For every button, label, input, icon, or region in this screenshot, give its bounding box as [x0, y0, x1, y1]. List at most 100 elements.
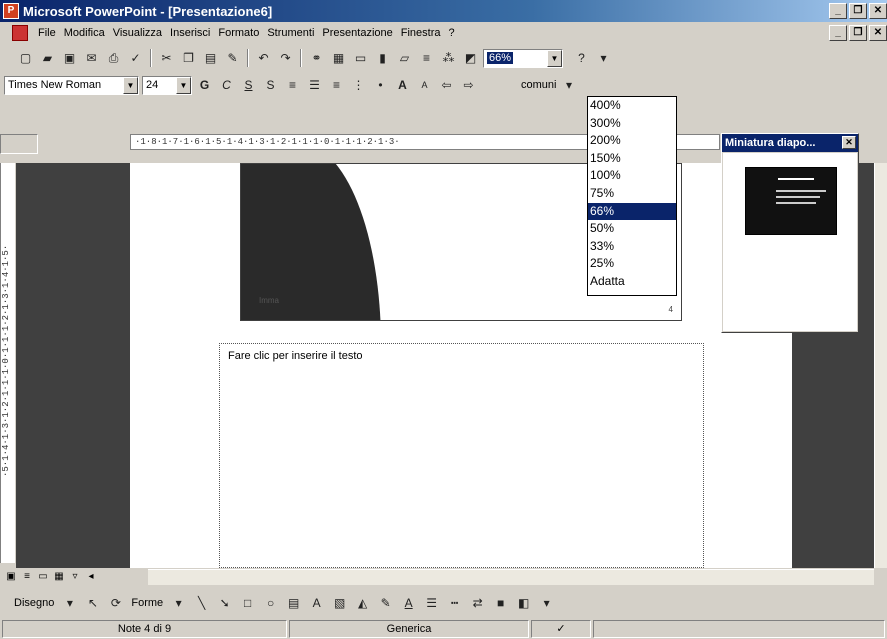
scroll-left-icon[interactable]: ◂ [84, 571, 98, 584]
menu-modifica[interactable]: Modifica [60, 27, 109, 39]
zoom-option-150[interactable]: 150% [588, 150, 676, 168]
slideshow-icon[interactable]: ▿ [68, 571, 82, 584]
autoshapes-button[interactable]: Forme [129, 597, 165, 609]
menu-visualizza[interactable]: Visualizza [109, 27, 166, 39]
bold-button[interactable]: G [195, 76, 214, 95]
promote-icon[interactable]: ⇦ [437, 76, 456, 95]
zoom-option-66[interactable]: 66% [588, 202, 676, 221]
line-color-icon[interactable]: ✎ [376, 594, 395, 613]
chevron-down-icon[interactable]: ▼ [176, 76, 191, 94]
shadow-button[interactable]: S [261, 76, 280, 95]
font-size-combo[interactable]: 24 ▼ [142, 75, 192, 95]
line-icon[interactable]: ╲ [192, 594, 211, 613]
menu-presentazione[interactable]: Presentazione [318, 27, 396, 39]
arrow-style-icon[interactable]: ⇄ [468, 594, 487, 613]
menu-inserisci[interactable]: Inserisci [166, 27, 214, 39]
normal-view-icon[interactable]: ▣ [4, 571, 18, 584]
new-slide-icon[interactable]: ▱ [395, 49, 414, 68]
menu-help[interactable]: ? [445, 27, 459, 39]
italic-button[interactable]: C [217, 76, 236, 95]
toolbar-options-icon[interactable]: ▾ [594, 49, 613, 68]
menu-formato[interactable]: Formato [214, 27, 263, 39]
expand-icon[interactable]: ≡ [417, 49, 436, 68]
close-button[interactable]: ✕ [869, 3, 887, 19]
table-icon[interactable]: ▦ [329, 49, 348, 68]
textbox-icon[interactable]: ▤ [284, 594, 303, 613]
undo-icon[interactable]: ↶ [254, 49, 273, 68]
chevron-down-icon[interactable]: ▾ [60, 594, 79, 613]
free-rotate-icon[interactable]: ⟳ [106, 594, 125, 613]
chevron-down-icon[interactable]: ▾ [169, 594, 188, 613]
copy-icon[interactable]: ❐ [179, 49, 198, 68]
align-right-icon[interactable]: ≡ [327, 76, 346, 95]
open-icon[interactable]: ▰ [38, 49, 57, 68]
line-style-icon[interactable]: ☰ [422, 594, 441, 613]
maximize-button[interactable]: ❐ [849, 3, 867, 19]
zoom-option-75[interactable]: 75% [588, 185, 676, 203]
doc-minimize-button[interactable]: _ [829, 25, 847, 41]
zoom-option-33[interactable]: 33% [588, 238, 676, 256]
hyperlink-icon[interactable]: ⚭ [307, 49, 326, 68]
new-icon[interactable]: ▢ [16, 49, 35, 68]
slide-sorter-icon[interactable]: ▦ [52, 571, 66, 584]
3d-icon[interactable]: ◧ [514, 594, 533, 613]
slide-thumbnail[interactable] [745, 167, 837, 235]
doc-close-button[interactable]: ✕ [869, 25, 887, 41]
formatting-icon[interactable]: ⁂ [439, 49, 458, 68]
arrow-icon[interactable]: ➘ [215, 594, 234, 613]
numbering-icon[interactable]: ⋮ [349, 76, 368, 95]
close-icon[interactable]: ✕ [842, 136, 856, 149]
bullets-icon[interactable]: • [371, 76, 390, 95]
font-color-icon[interactable]: A [399, 594, 418, 613]
zoom-option-100[interactable]: 100% [588, 167, 676, 185]
demote-icon[interactable]: ⇨ [459, 76, 478, 95]
document-icon[interactable] [12, 25, 28, 41]
save-icon[interactable]: ▣ [60, 49, 79, 68]
zoom-option-400[interactable]: 400% [588, 97, 676, 115]
menu-file[interactable]: File [34, 27, 60, 39]
doc-restore-button[interactable]: ❐ [849, 25, 867, 41]
slide-view-icon[interactable]: ▭ [36, 571, 50, 584]
draw-menu-button[interactable]: Disegno [12, 597, 56, 609]
wordart-icon[interactable]: A [307, 594, 326, 613]
vertical-scrollbar[interactable] [874, 163, 887, 568]
email-icon[interactable]: ✉ [82, 49, 101, 68]
print-icon[interactable]: ⎙ [104, 49, 123, 68]
tables-borders-icon[interactable]: ▭ [351, 49, 370, 68]
redo-icon[interactable]: ↷ [276, 49, 295, 68]
zoom-option-300[interactable]: 300% [588, 115, 676, 133]
zoom-option-25[interactable]: 25% [588, 255, 676, 273]
menu-strumenti[interactable]: Strumenti [263, 27, 318, 39]
cut-icon[interactable]: ✂ [157, 49, 176, 68]
font-combo[interactable]: Times New Roman ▼ [4, 75, 139, 95]
help-icon[interactable]: ? [572, 49, 591, 68]
oval-icon[interactable]: ○ [261, 594, 280, 613]
zoom-option-50[interactable]: 50% [588, 220, 676, 238]
select-objects-icon[interactable]: ↖ [83, 594, 102, 613]
rectangle-icon[interactable]: □ [238, 594, 257, 613]
increase-font-icon[interactable]: A [393, 76, 412, 95]
decrease-font-icon[interactable]: A [415, 76, 434, 95]
align-center-icon[interactable]: ☰ [305, 76, 324, 95]
horizontal-scrollbar[interactable] [148, 569, 874, 585]
powerpoint-icon[interactable]: P [3, 3, 19, 19]
outline-view-icon[interactable]: ≡ [20, 571, 34, 584]
common-tasks-label[interactable]: comuni [521, 79, 556, 91]
zoom-combo[interactable]: 66% ▼ [483, 48, 563, 68]
menu-finestra[interactable]: Finestra [397, 27, 445, 39]
zoom-option-200[interactable]: 200% [588, 132, 676, 150]
minimize-button[interactable]: _ [829, 3, 847, 19]
dash-style-icon[interactable]: ┅ [445, 594, 464, 613]
chart-icon[interactable]: ▮ [373, 49, 392, 68]
toolbar-options-icon[interactable]: ▾ [537, 594, 556, 613]
paste-icon[interactable]: ▤ [201, 49, 220, 68]
align-left-icon[interactable]: ≡ [283, 76, 302, 95]
zoom-option-fit[interactable]: Adatta [588, 273, 676, 291]
chevron-down-icon[interactable]: ▼ [123, 76, 138, 94]
fill-color-icon[interactable]: ◭ [353, 594, 372, 613]
chevron-down-icon[interactable]: ▼ [547, 49, 562, 67]
notes-placeholder[interactable]: Fare clic per inserire il testo [219, 343, 704, 568]
chevron-down-icon[interactable]: ▾ [559, 76, 578, 95]
grayscale-icon[interactable]: ◩ [461, 49, 480, 68]
underline-button[interactable]: S [239, 76, 258, 95]
